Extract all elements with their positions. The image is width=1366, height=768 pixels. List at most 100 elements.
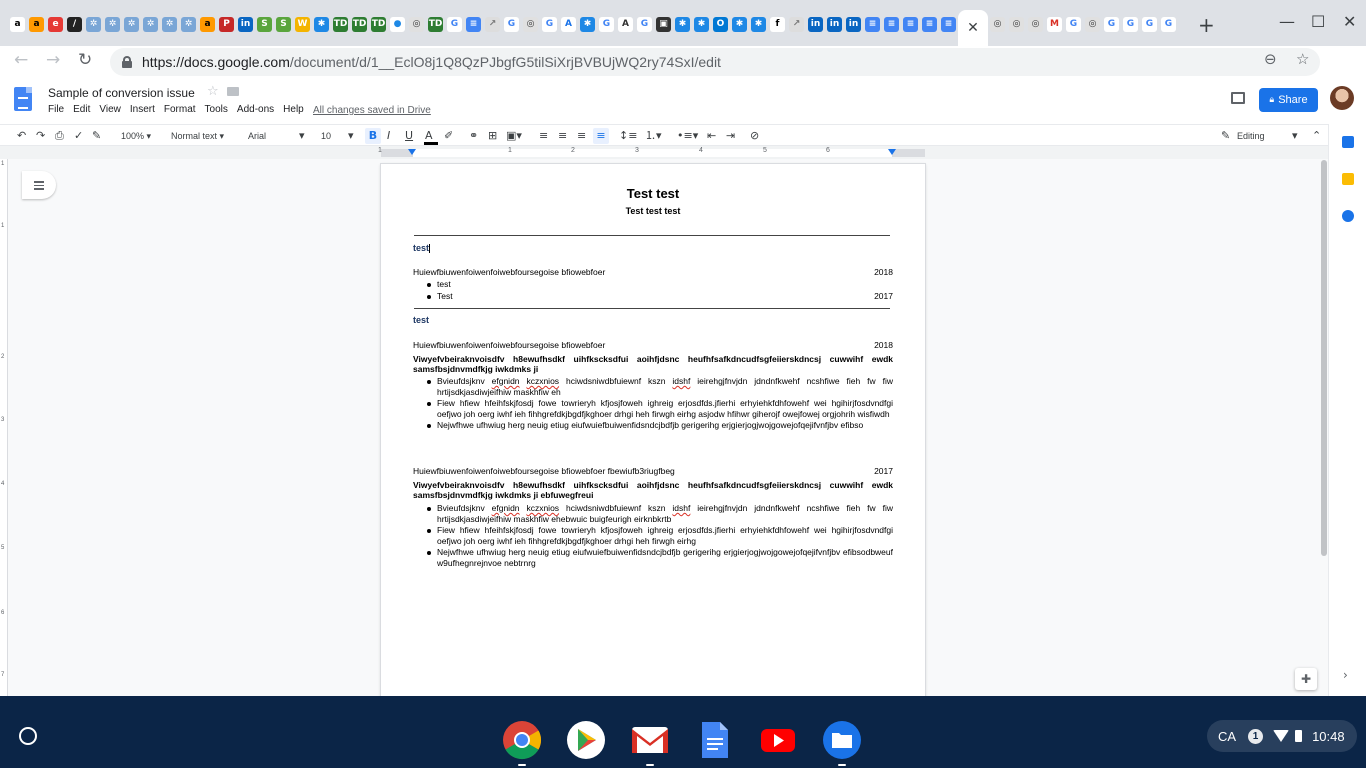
style-select[interactable]: Normal text ▾ [171,128,224,144]
list-item[interactable]: Nejwfhwe ufhwiug herg neuig etiug eiufwu… [427,420,893,431]
document-page[interactable]: Test test Test test test test Huiewfbiuw… [381,164,925,704]
status-tray[interactable]: CA 1 10:48 [1207,720,1357,752]
print-icon[interactable]: ⎙ [55,128,64,144]
numbered-list-icon[interactable]: ⒈▾ [645,128,662,144]
play-store-icon[interactable] [566,720,606,760]
chevron-down-icon[interactable]: ▾ [1292,128,1298,144]
menu-item-format[interactable]: Format [164,104,196,115]
browser-tab[interactable]: ✱ [749,10,768,38]
browser-tab[interactable]: a [27,10,46,38]
menu-item-tools[interactable]: Tools [205,104,228,115]
active-tab[interactable]: ✕ [958,10,988,46]
browser-tab[interactable]: / [65,10,84,38]
chevron-down-icon[interactable]: ▾ [299,128,305,144]
gmail-icon[interactable] [630,720,670,760]
reload-icon[interactable]: ↻ [78,50,92,70]
list-item[interactable]: test [427,279,893,290]
keep-icon[interactable] [1342,173,1354,185]
browser-tab[interactable]: ● [388,10,407,38]
editing-mode-select[interactable]: Editing [1237,128,1265,144]
browser-tab[interactable]: A [616,10,635,38]
browser-tab[interactable]: G [635,10,654,38]
chevron-down-icon[interactable]: ▾ [348,128,354,144]
doc-title[interactable]: Test test [381,186,925,201]
align-center-icon[interactable]: ≡ [558,128,567,144]
browser-tab[interactable]: ≡ [939,10,958,38]
insert-image-icon[interactable]: ▣▾ [506,128,522,144]
entry-row[interactable]: Huiewfbiuwenfoiwenfoiwebfoursegoise bfio… [413,267,893,277]
menu-item-addons[interactable]: Add-ons [237,104,274,115]
calendar-icon[interactable] [1342,136,1354,148]
chrome-icon[interactable] [502,720,542,760]
browser-tab[interactable]: ✲ [122,10,141,38]
bullet-list[interactable]: Bvieufdsjknv efgnidn kczxnios hciwdsniwd… [427,376,893,432]
browser-tab[interactable]: G [1102,10,1121,38]
youtube-icon[interactable] [758,720,798,760]
line-spacing-icon[interactable]: ↕≡ [619,128,637,144]
browser-tab[interactable]: S [255,10,274,38]
address-bar[interactable]: https://docs.google.com/document/d/1__Ec… [110,48,1320,76]
browser-tab[interactable]: ✲ [160,10,179,38]
browser-tab[interactable]: ≡ [863,10,882,38]
browser-tab[interactable]: S [274,10,293,38]
document-title[interactable]: Sample of conversion issue [48,86,195,100]
doc-subtitle[interactable]: Test test test [381,206,925,216]
section-heading[interactable]: test [413,243,431,254]
browser-tab[interactable]: e [46,10,65,38]
list-item[interactable]: Nejwfhwe ufhwiug herg neuig etiug eiufwu… [427,547,893,568]
tasks-icon[interactable] [1342,210,1354,222]
list-item[interactable]: Fiew hfiew hfeihfskjfosdj fowe towrieryh… [427,398,893,419]
back-arrow-icon[interactable]: ← [14,50,28,70]
launcher-icon[interactable] [19,727,37,745]
list-item[interactable]: Bvieufdsjknv efgnidn kczxnios hciwdsniwd… [427,376,893,397]
browser-tab[interactable]: ◎ [407,10,426,38]
browser-tab[interactable]: ✲ [103,10,122,38]
bookmark-star-icon[interactable]: ☆ [1296,50,1309,68]
menu-item-edit[interactable]: Edit [73,104,90,115]
browser-tab[interactable]: A [559,10,578,38]
ruler-right-margin[interactable] [892,149,925,157]
justify-icon[interactable]: ≡ [593,128,609,144]
list-item[interactable]: Fiew hfiew hfeihfskjfosdj fowe towrieryh… [427,525,893,546]
files-icon[interactable] [822,720,862,760]
maximize-button[interactable]: ☐ [1311,12,1325,31]
browser-tab[interactable]: ≡ [882,10,901,38]
browser-tab[interactable]: G [597,10,616,38]
right-indent-marker[interactable] [888,149,896,155]
browser-tab[interactable]: ≡ [901,10,920,38]
entry-subtitle[interactable]: Viwyefvbeiraknvoisdfv h8ewufhsdkf uihfks… [413,480,893,500]
menu-item-view[interactable]: View [99,104,121,115]
list-item[interactable]: Bvieufdsjknv efgnidn kczxnios hciwdsniwd… [427,503,893,524]
browser-tab[interactable]: ▣ [654,10,673,38]
browser-tab[interactable]: f [768,10,787,38]
browser-tab[interactable]: M [1045,10,1064,38]
browser-tab[interactable]: ✲ [141,10,160,38]
save-status[interactable]: All changes saved in Drive [313,105,431,116]
bold-button[interactable]: B [365,128,381,144]
browser-tab[interactable]: G [445,10,464,38]
collapse-menu-icon[interactable]: ⌃ [1312,128,1321,144]
folder-icon[interactable] [227,87,239,96]
browser-tab[interactable]: P [217,10,236,38]
entry-subtitle[interactable]: Viwyefvbeiraknvoisdfv h8ewufhsdkf uihfks… [413,354,893,374]
browser-tab[interactable]: ◎ [988,10,1007,38]
browser-tab[interactable]: TD [331,10,350,38]
browser-tab[interactable]: O [711,10,730,38]
link-icon[interactable]: ⚭ [469,128,478,144]
left-indent-marker[interactable] [408,149,416,155]
close-tab-icon[interactable]: ✕ [967,20,979,36]
vertical-scrollbar[interactable] [1321,160,1327,556]
zoom-icon[interactable]: ⊖ [1264,50,1277,68]
decrease-indent-icon[interactable]: ⇤ [707,128,716,144]
browser-tab[interactable]: ↗ [787,10,806,38]
browser-tab[interactable]: TD [426,10,445,38]
bullet-list[interactable]: test Test 2017 [427,279,893,302]
avatar[interactable] [1330,86,1354,110]
expand-panel-icon[interactable]: › [1343,668,1348,682]
add-comment-icon[interactable]: ⊞ [488,128,497,144]
browser-tab[interactable]: ◎ [1083,10,1102,38]
browser-tab[interactable]: ✱ [578,10,597,38]
underline-button[interactable]: U [405,128,413,144]
browser-tab[interactable]: in [825,10,844,38]
browser-tab[interactable]: ◎ [1026,10,1045,38]
